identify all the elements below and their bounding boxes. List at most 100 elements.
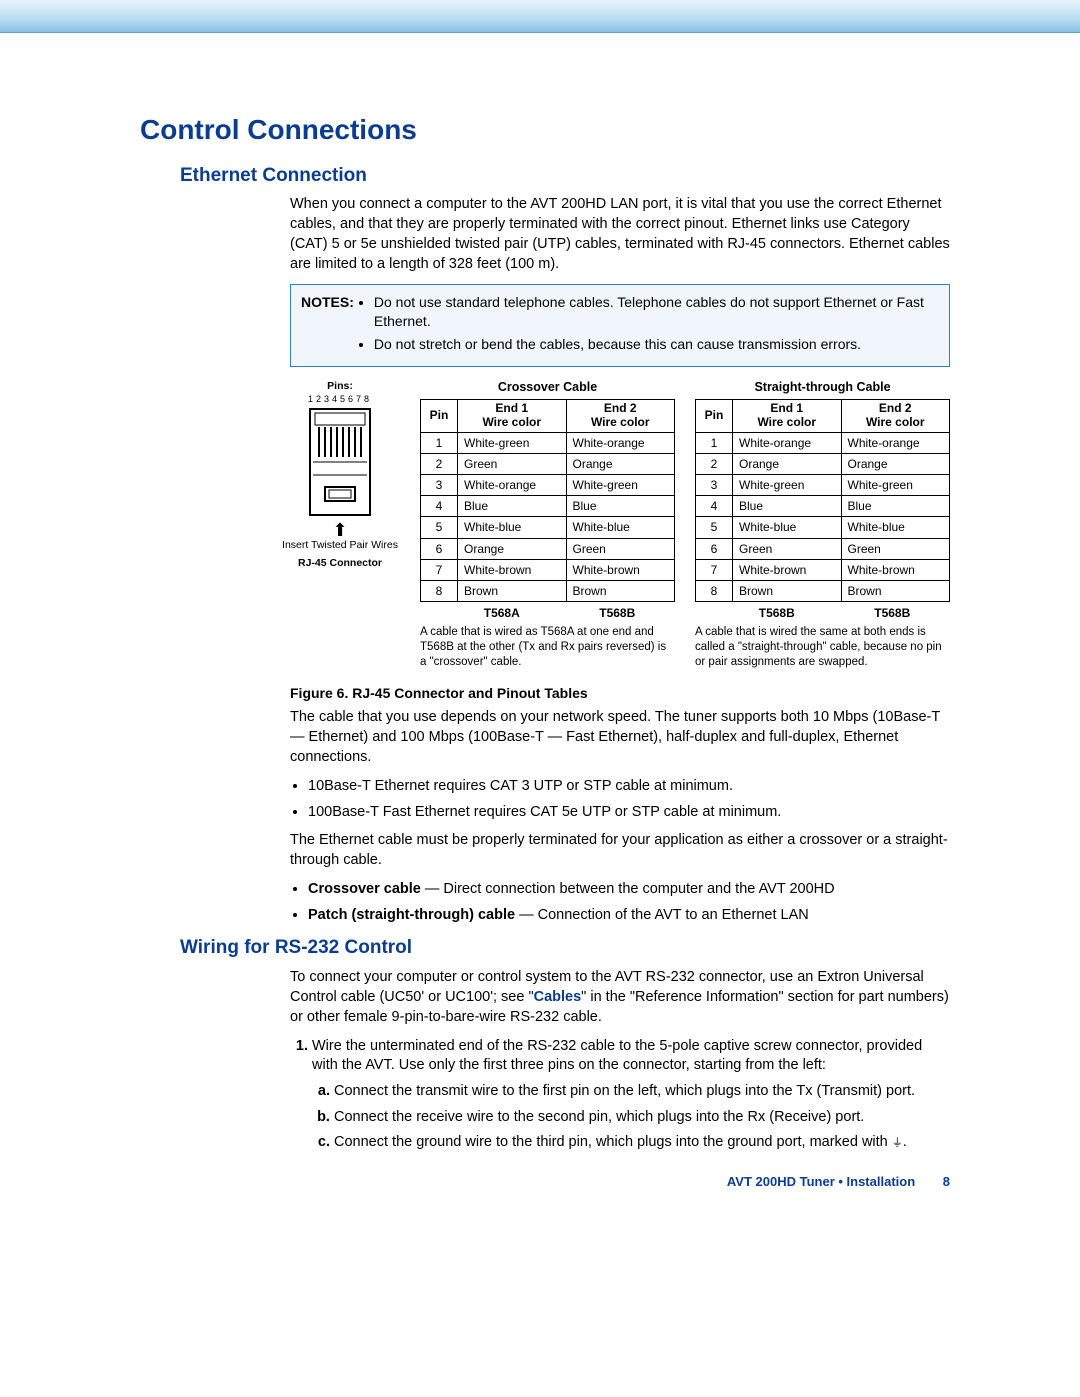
- list-text: — Connection of the AVT to an Ethernet L…: [515, 907, 809, 923]
- crossover-standards: T568A T568B: [420, 605, 675, 621]
- list-item: 10Base-T Ethernet requires CAT 3 UTP or …: [308, 777, 950, 797]
- rj45-icon: [305, 407, 375, 517]
- cell-end1: White-orange: [458, 474, 567, 495]
- cell-pin: 3: [696, 474, 733, 495]
- cell-end2: White-orange: [566, 432, 675, 453]
- list-item: 100Base-T Fast Ethernet requires CAT 5e …: [308, 803, 950, 823]
- cell-pin: 8: [421, 580, 458, 601]
- cell-end2: White-brown: [841, 559, 950, 580]
- crossover-caption: A cable that is wired as T568A at one en…: [420, 625, 675, 670]
- list-item: Patch (straight-through) cable — Connect…: [308, 906, 950, 926]
- cell-end1: White-green: [733, 474, 842, 495]
- pins-numbers: 12345678: [280, 393, 400, 405]
- table-row: 4BlueBlue: [696, 496, 950, 517]
- table-row: 4BlueBlue: [421, 496, 675, 517]
- top-gradient-bar: [0, 0, 1080, 33]
- rs232-intro: To connect your computer or control syst…: [290, 967, 950, 1027]
- cell-pin: 4: [421, 496, 458, 517]
- std-label: T568B: [835, 605, 951, 621]
- cell-end2: White-brown: [566, 559, 675, 580]
- cell-end1: White-blue: [733, 517, 842, 538]
- cell-end2: Brown: [841, 580, 950, 601]
- cell-pin: 5: [696, 517, 733, 538]
- straight-caption: A cable that is wired the same at both e…: [695, 625, 950, 670]
- cell-pin: 3: [421, 474, 458, 495]
- page-title: Control Connections: [140, 111, 950, 149]
- substep-text-pre: Connect the ground wire to the third pin…: [334, 1134, 892, 1150]
- table-row: 5White-blueWhite-blue: [696, 517, 950, 538]
- cell-end2: White-blue: [566, 517, 675, 538]
- substep-item: Connect the transmit wire to the first p…: [334, 1082, 950, 1102]
- cell-end1: Blue: [458, 496, 567, 517]
- figure-area: Pins: 12345678 ⬆ Insert Twisted P: [280, 379, 950, 670]
- cable-type-list: Crossover cable — Direct connection betw…: [290, 880, 950, 925]
- lead-label: Patch (straight-through) cable: [308, 907, 515, 923]
- cell-end2: Blue: [566, 496, 675, 517]
- cell-pin: 1: [696, 432, 733, 453]
- cell-end1: Blue: [733, 496, 842, 517]
- table-row: 3White-greenWhite-green: [696, 474, 950, 495]
- section-ethernet-title: Ethernet Connection: [180, 163, 950, 189]
- cell-end2: Blue: [841, 496, 950, 517]
- cell-end2: Green: [841, 538, 950, 559]
- substep-item: Connect the receive wire to the second p…: [334, 1108, 950, 1128]
- th-end1: End 1Wire color: [458, 399, 567, 432]
- cell-end2: White-orange: [841, 432, 950, 453]
- cell-end1: Brown: [458, 580, 567, 601]
- list-item: Crossover cable — Direct connection betw…: [308, 880, 950, 900]
- note-item: Do not stretch or bend the cables, becau…: [374, 335, 939, 354]
- cell-pin: 2: [421, 453, 458, 474]
- cell-pin: 6: [696, 538, 733, 559]
- straight-table: Pin End 1Wire color End 2Wire color 1Whi…: [695, 399, 950, 602]
- up-arrow-icon: ⬆: [280, 522, 400, 538]
- table-row: 6GreenGreen: [696, 538, 950, 559]
- th-pin: Pin: [421, 399, 458, 432]
- table-row: 3White-orangeWhite-green: [421, 474, 675, 495]
- notes-box: NOTES: Do not use standard telephone cab…: [290, 284, 950, 367]
- straight-title: Straight-through Cable: [695, 379, 950, 396]
- connector-name-label: RJ-45 Connector: [280, 556, 400, 570]
- crossover-title: Crossover Cable: [420, 379, 675, 396]
- list-text: — Direct connection between the computer…: [421, 881, 835, 897]
- cell-end2: White-blue: [841, 517, 950, 538]
- cell-pin: 7: [421, 559, 458, 580]
- cables-link[interactable]: Cables: [534, 989, 582, 1005]
- cable-req-list: 10Base-T Ethernet requires CAT 3 UTP or …: [290, 777, 950, 822]
- note-item: Do not use standard telephone cables. Te…: [374, 293, 939, 331]
- table-row: 1White-orangeWhite-orange: [696, 432, 950, 453]
- cell-end1: Brown: [733, 580, 842, 601]
- table-row: 2OrangeOrange: [696, 453, 950, 474]
- cell-pin: 4: [696, 496, 733, 517]
- cell-end2: White-green: [566, 474, 675, 495]
- page-content: Control Connections Ethernet Connection …: [90, 33, 990, 1201]
- std-label: T568B: [560, 605, 676, 621]
- page-number: 8: [943, 1174, 950, 1189]
- cell-end1: White-orange: [733, 432, 842, 453]
- step-item: Wire the unterminated end of the RS-232 …: [312, 1037, 950, 1153]
- cell-end2: Orange: [566, 453, 675, 474]
- termination-paragraph: The Ethernet cable must be properly term…: [290, 830, 950, 870]
- cell-pin: 1: [421, 432, 458, 453]
- figure-caption: Figure 6. RJ-45 Connector and Pinout Tab…: [290, 684, 950, 703]
- cell-end2: Orange: [841, 453, 950, 474]
- notes-list: Do not use standard telephone cables. Te…: [360, 293, 939, 358]
- cell-pin: 7: [696, 559, 733, 580]
- table-row: 2GreenOrange: [421, 453, 675, 474]
- table-row: 7White-brownWhite-brown: [421, 559, 675, 580]
- cell-end1: White-brown: [458, 559, 567, 580]
- rs232-substeps: Connect the transmit wire to the first p…: [312, 1082, 950, 1153]
- cell-end1: Orange: [458, 538, 567, 559]
- cell-end1: Green: [458, 453, 567, 474]
- ethernet-intro: When you connect a computer to the AVT 2…: [290, 194, 950, 274]
- cell-end1: White-blue: [458, 517, 567, 538]
- std-label: T568A: [444, 605, 560, 621]
- notes-label: NOTES:: [301, 293, 354, 358]
- cell-end2: White-green: [841, 474, 950, 495]
- section-rs232-title: Wiring for RS-232 Control: [180, 935, 950, 961]
- th-end2: End 2Wire color: [566, 399, 675, 432]
- table-row: 7White-brownWhite-brown: [696, 559, 950, 580]
- cell-end2: Green: [566, 538, 675, 559]
- cell-pin: 2: [696, 453, 733, 474]
- cable-speed-paragraph: The cable that you use depends on your n…: [290, 707, 950, 767]
- straight-table-group: Straight-through Cable Pin End 1Wire col…: [695, 379, 950, 670]
